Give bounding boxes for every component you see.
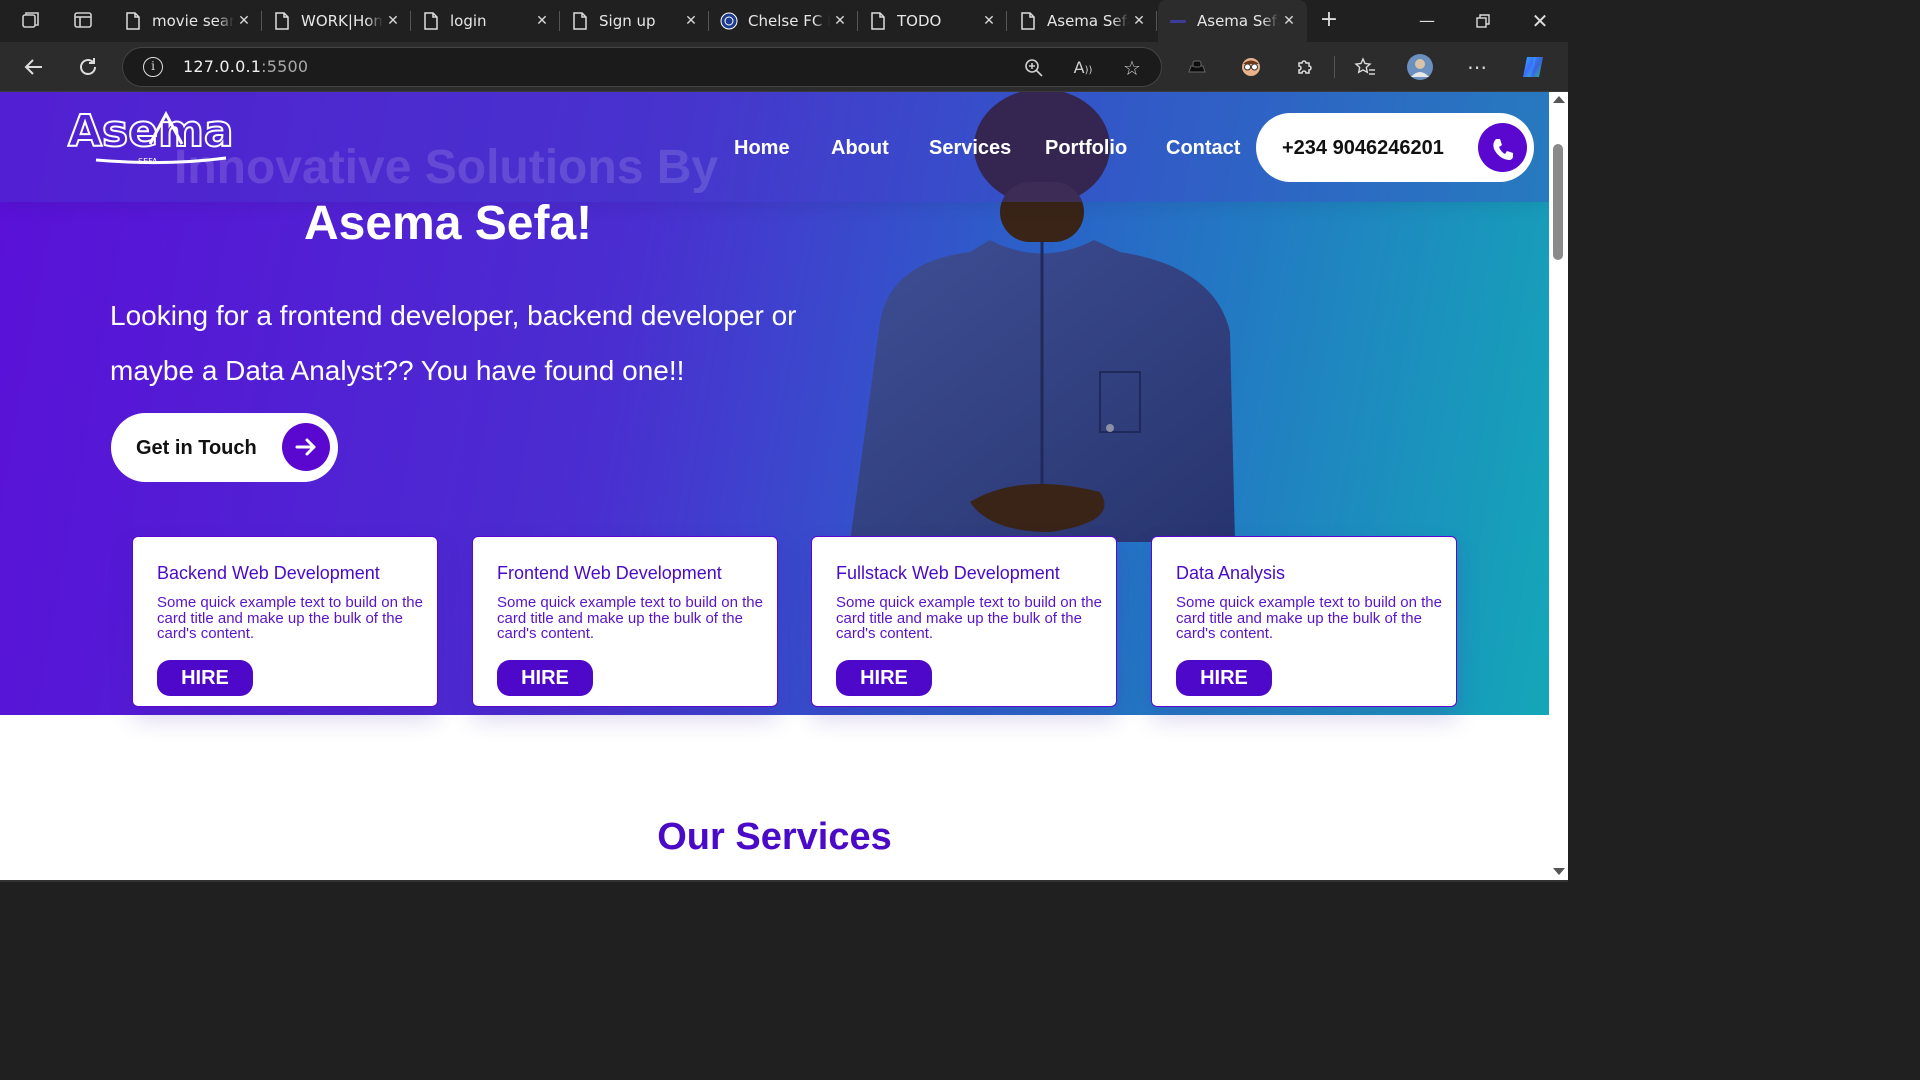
vertical-tabs-icon[interactable]	[71, 9, 95, 33]
site-navbar: Asema SEFA Innovative Solutions By Home …	[0, 92, 1549, 202]
service-card-frontend: Frontend Web Development Some quick exam…	[472, 536, 778, 707]
restore-button[interactable]	[1461, 6, 1505, 36]
close-tab-icon[interactable]: ✕	[532, 11, 552, 31]
close-tab-icon[interactable]: ✕	[830, 11, 850, 31]
get-in-touch-button[interactable]: Get in Touch	[111, 413, 338, 482]
browser-tab[interactable]: TODO ✕	[858, 0, 1007, 42]
hero-headline: Asema Sefa!	[304, 197, 593, 250]
browser-tab[interactable]: WORK|Home✕	[262, 0, 411, 42]
zoom-icon[interactable]	[1020, 54, 1048, 82]
close-tab-icon[interactable]: ✕	[1279, 11, 1299, 31]
nav-about[interactable]: About	[831, 137, 889, 160]
new-tab-button[interactable]: +	[1314, 6, 1344, 36]
card-text: Some quick example text to build on the …	[157, 594, 423, 642]
nav-home[interactable]: Home	[734, 137, 790, 160]
toolbar-divider	[1334, 56, 1335, 78]
close-window-button[interactable]: ✕	[1518, 6, 1562, 36]
hero-section: Asema SEFA Innovative Solutions By Home …	[0, 92, 1549, 715]
phone-button[interactable]: +234 9046246201	[1256, 113, 1534, 182]
browser-tab[interactable]: movie search✕	[113, 0, 262, 42]
page-icon	[571, 12, 589, 30]
read-aloud-icon[interactable]: A))	[1069, 54, 1097, 82]
browser-tab[interactable]: Asema Sefa ✕	[1158, 0, 1307, 42]
back-button[interactable]	[19, 52, 49, 82]
browser-tab[interactable]: login ✕	[411, 0, 560, 42]
browser-chrome: movie search✕WORK|Home✕login✕Sign up✕Che…	[0, 0, 1568, 92]
hire-button[interactable]: HIRE	[836, 660, 932, 696]
scroll-down-arrow-icon[interactable]	[1553, 868, 1565, 875]
web-page: Asema SEFA Innovative Solutions By Home …	[0, 92, 1549, 882]
tab-title: WORK|Home	[301, 12, 383, 30]
tab-title: Sign up	[599, 12, 656, 30]
extensions-puzzle-icon[interactable]	[1290, 52, 1320, 82]
browser-tab[interactable]: Asema Sefa ✕	[1008, 0, 1157, 42]
nav-services[interactable]: Services	[929, 137, 1011, 160]
more-menu-icon[interactable]: ⋯	[1462, 52, 1492, 82]
address-bar[interactable]: i 127.0.0.1:5500 A)) ☆	[122, 47, 1162, 87]
hero-headline-ghost: Innovative Solutions By	[174, 141, 719, 194]
workspaces-icon[interactable]	[19, 9, 43, 33]
close-tab-icon[interactable]: ✕	[234, 11, 254, 31]
services-heading: Our Services	[657, 816, 892, 858]
nav-portfolio[interactable]: Portfolio	[1045, 137, 1127, 160]
card-title: Fullstack Web Development	[836, 563, 1060, 583]
browser-toolbar: i 127.0.0.1:5500 A)) ☆ ⋯	[0, 42, 1568, 92]
favorite-star-icon[interactable]: ☆	[1118, 54, 1146, 82]
card-text: Some quick example text to build on the …	[1176, 594, 1442, 642]
arrow-right-icon	[282, 423, 330, 471]
tab-title: Asema Sefa	[1047, 12, 1129, 30]
close-tab-icon[interactable]: ✕	[383, 11, 403, 31]
copilot-icon[interactable]	[1518, 52, 1548, 82]
hire-button[interactable]: HIRE	[1176, 660, 1272, 696]
page-icon	[273, 12, 291, 30]
tab-title: Chelse FC Fans	[748, 12, 830, 30]
card-text: Some quick example text to build on the …	[497, 594, 763, 642]
page-icon	[124, 12, 142, 30]
service-card-backend: Backend Web Development Some quick examp…	[132, 536, 438, 707]
tab-title: Asema Sefa	[1197, 12, 1279, 30]
profile-avatar[interactable]	[1405, 52, 1435, 82]
scrollbar-thumb[interactable]	[1553, 144, 1563, 260]
url-text[interactable]: 127.0.0.1:5500	[183, 57, 308, 76]
minimize-button[interactable]: —	[1405, 6, 1449, 36]
page-icon	[1019, 12, 1037, 30]
get-in-touch-label: Get in Touch	[136, 437, 257, 459]
favorites-icon[interactable]	[1350, 52, 1380, 82]
tab-title: movie search	[152, 12, 234, 30]
page-scrollbar[interactable]	[1549, 92, 1568, 882]
hero-lead: Looking for a frontend developer, backen…	[110, 300, 797, 386]
close-tab-icon[interactable]: ✕	[1129, 11, 1149, 31]
tab-strip: movie search✕WORK|Home✕login✕Sign up✕Che…	[0, 0, 1568, 42]
page-icon	[869, 12, 887, 30]
close-tab-icon[interactable]: ✕	[681, 11, 701, 31]
page-icon	[422, 12, 440, 30]
tab-title: login	[450, 12, 487, 30]
site-info-icon[interactable]: i	[143, 57, 163, 77]
site-favicon	[1169, 12, 1187, 30]
hire-button[interactable]: HIRE	[497, 660, 593, 696]
card-title: Data Analysis	[1176, 563, 1286, 583]
extension-dark-icon[interactable]	[1182, 52, 1212, 82]
phone-number: +234 9046246201	[1282, 137, 1444, 159]
service-card-fullstack: Fullstack Web Development Some quick exa…	[811, 536, 1117, 707]
phone-icon	[1478, 123, 1527, 172]
browser-tab[interactable]: Sign up ✕	[560, 0, 709, 42]
window-bottom-edge	[0, 880, 1568, 882]
svg-text:SEFA: SEFA	[138, 157, 158, 166]
extension-face-icon[interactable]	[1236, 52, 1266, 82]
card-text: Some quick example text to build on the …	[836, 594, 1102, 642]
hire-button[interactable]: HIRE	[157, 660, 253, 696]
browser-tab[interactable]: Chelse FC Fans✕	[709, 0, 858, 42]
close-tab-icon[interactable]: ✕	[979, 11, 999, 31]
tab-title: TODO	[897, 12, 942, 30]
service-card-data-analysis: Data Analysis Some quick example text to…	[1151, 536, 1457, 707]
card-title: Backend Web Development	[157, 563, 380, 583]
nav-contact[interactable]: Contact	[1166, 137, 1240, 160]
card-title: Frontend Web Development	[497, 563, 722, 583]
scroll-up-arrow-icon[interactable]	[1553, 96, 1565, 103]
chelsea-crest-icon	[720, 12, 738, 30]
reload-button[interactable]	[73, 52, 103, 82]
